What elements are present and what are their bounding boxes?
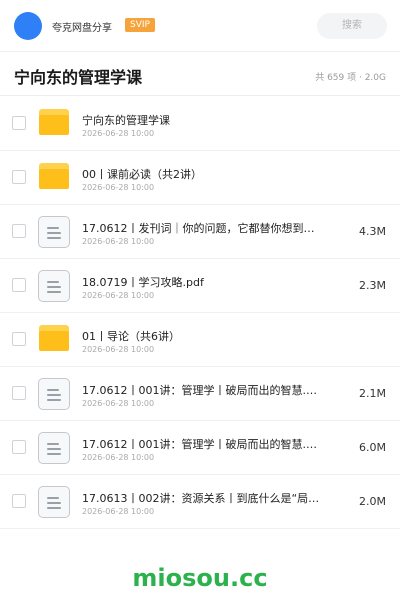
select-checkbox[interactable] [12,440,26,454]
svip-badge: SVIP [125,18,155,32]
item-date: 2026-06-28 10:00 [82,453,155,462]
select-checkbox[interactable] [12,386,26,400]
search-input[interactable]: 搜索 [317,13,387,39]
item-date: 2026-06-28 10:00 [82,399,155,408]
document-icon [38,486,70,518]
item-size: 2.3M [359,279,386,292]
item-date: 2026-06-28 10:00 [82,345,155,354]
item-name: 18.0719丨学习攻略.pdf [82,276,204,289]
document-icon [38,216,70,248]
document-icon [38,432,70,464]
select-checkbox[interactable] [12,278,26,292]
page-title: 宁向东的管理学课 [14,68,143,87]
item-date: 2026-06-28 10:00 [82,237,155,246]
select-checkbox[interactable] [12,494,26,508]
item-name: 17.0612丨001讲：管理学丨破局而出的智慧.… [82,438,317,451]
list-item[interactable]: 17.0612丨001讲：管理学丨破局而出的智慧.… 2026-06-28 10… [0,421,400,475]
select-checkbox[interactable] [12,170,26,184]
list-item[interactable]: 17.0613丨002讲：资源关系丨到底什么是“局… 2026-06-28 10… [0,475,400,529]
watermark-text: miosou.cc [132,564,268,592]
item-date: 2026-06-28 10:00 [82,291,155,300]
select-checkbox[interactable] [12,332,26,346]
select-checkbox[interactable] [12,116,26,130]
item-date: 2026-06-28 10:00 [82,183,155,192]
list-item[interactable]: 00丨课前必读（共2讲） 2026-06-28 10:00 [0,151,400,205]
list-item[interactable]: 17.0612丨发刊词｜你的问题，它都替你想到了.… 2026-06-28 10… [0,205,400,259]
item-name: 17.0612丨001讲：管理学丨破局而出的智慧.… [82,384,317,397]
item-size: 2.0M [359,495,386,508]
list-item[interactable]: 17.0612丨001讲：管理学丨破局而出的智慧.… 2026-06-28 10… [0,367,400,421]
folder-icon [38,108,70,140]
select-checkbox[interactable] [12,224,26,238]
folder-meta: 共 659 项 · 2.0G [315,73,386,83]
item-date: 2026-06-28 10:00 [82,507,155,516]
item-size: 2.1M [359,387,386,400]
item-name: 宁向东的管理学课 [82,114,170,127]
document-icon [38,270,70,302]
folder-header: 宁向东的管理学课 共 659 项 · 2.0G [0,52,400,96]
list-item[interactable]: 宁向东的管理学课 2026-06-28 10:00 [0,97,400,151]
item-size: 6.0M [359,441,386,454]
brand-label: 夸克网盘分享 [52,23,112,34]
avatar[interactable] [14,12,42,40]
folder-icon [38,324,70,356]
item-name: 17.0612丨发刊词｜你的问题，它都替你想到了.… [82,222,322,235]
item-name: 01丨导论（共6讲） [82,330,180,343]
item-size: 4.3M [359,225,386,238]
top-bar: 夸克网盘分享 SVIP 搜索 [0,0,400,52]
item-name: 00丨课前必读（共2讲） [82,168,202,181]
folder-icon [38,162,70,194]
list-item[interactable]: 01丨导论（共6讲） 2026-06-28 10:00 [0,313,400,367]
file-list: 宁向东的管理学课 2026-06-28 10:00 00丨课前必读（共2讲） 2… [0,97,400,529]
item-date: 2026-06-28 10:00 [82,129,155,138]
list-item[interactable]: 18.0719丨学习攻略.pdf 2026-06-28 10:00 2.3M [0,259,400,313]
document-icon [38,378,70,410]
item-name: 17.0613丨002讲：资源关系丨到底什么是“局… [82,492,320,505]
